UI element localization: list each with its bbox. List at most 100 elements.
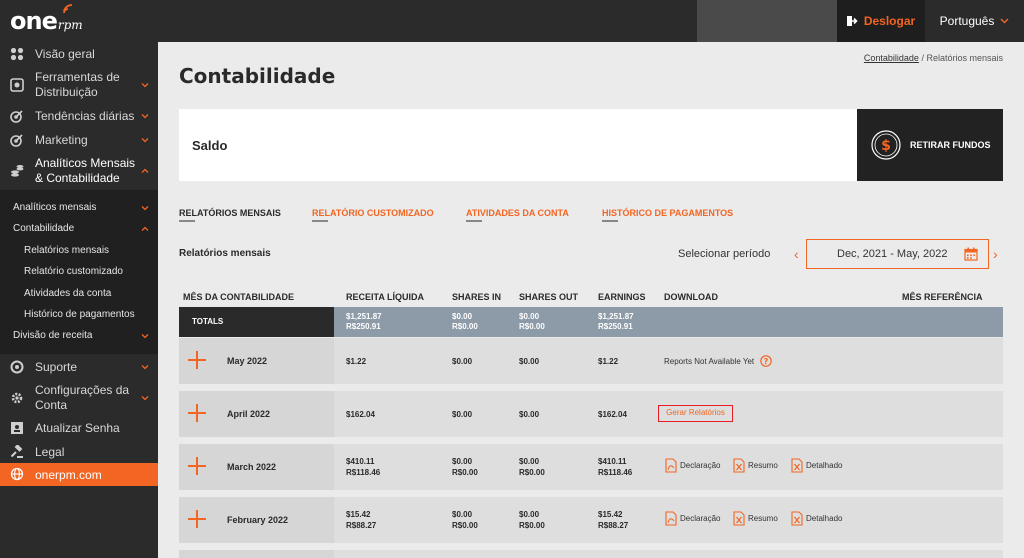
- dollar-coin-icon: $: [871, 130, 901, 160]
- top-bar: one rpm Deslogar Português: [0, 0, 1024, 42]
- chevron-down-icon: [141, 396, 149, 401]
- pdf-file-icon: [665, 458, 677, 473]
- column-header-download: DOWNLOAD: [664, 292, 718, 302]
- chevron-down-icon: [141, 334, 149, 339]
- sidebar-item-atualizar-senha[interactable]: Atualizar Senha: [0, 419, 158, 437]
- submenu-relatorios-mensais[interactable]: Relatórios mensais: [24, 245, 109, 256]
- page-title: Contabilidade: [179, 64, 336, 88]
- chevron-left-icon[interactable]: ‹: [794, 246, 799, 262]
- submenu-analiticos-mensais[interactable]: Analíticos mensais: [13, 202, 96, 213]
- excel-file-icon: [733, 458, 745, 473]
- balance-panel: Saldo: [179, 109, 857, 181]
- expand-plus-icon[interactable]: [188, 457, 206, 475]
- tab-relatorios-mensais[interactable]: RELATÓRIOS MENSAIS: [179, 208, 281, 218]
- tab-relatorio-customizado[interactable]: RELATÓRIO CUSTOMIZADO: [312, 208, 434, 218]
- totals-receita: $1,251.87 R$250.91: [346, 312, 382, 331]
- tab-underline: [602, 220, 618, 222]
- generate-reports-button[interactable]: Gerar Relatórios: [658, 405, 733, 422]
- column-header-shares-out: SHARES OUT: [519, 292, 579, 302]
- totals-shares-out: $0.00 R$0.00: [519, 312, 545, 331]
- breadcrumb-link-contabilidade[interactable]: Contabilidade: [864, 53, 919, 63]
- download-declaracao-link[interactable]: Declaração: [665, 511, 720, 526]
- excel-file-icon: [733, 511, 745, 526]
- tab-underline: [466, 220, 482, 222]
- onerpm-logo[interactable]: one rpm: [10, 4, 83, 35]
- excel-file-icon: [791, 511, 803, 526]
- support-icon: [9, 359, 25, 375]
- marketing-icon: [9, 132, 25, 148]
- help-question-icon[interactable]: ?: [760, 355, 772, 367]
- user-profile-area[interactable]: [697, 0, 837, 42]
- chevron-down-icon: [141, 206, 149, 211]
- tab-atividades-conta[interactable]: ATIVIDADES DA CONTA: [466, 208, 569, 218]
- download-resumo-link[interactable]: Resumo: [733, 458, 778, 473]
- column-header-shares-in: SHARES IN: [452, 292, 502, 302]
- column-header-earnings: EARNINGS: [598, 292, 646, 302]
- signal-wave-icon: [63, 4, 73, 14]
- gear-icon: [9, 390, 25, 406]
- sidebar-item-legal[interactable]: Legal: [0, 443, 158, 461]
- totals-earnings: $1,251.87 R$250.91: [598, 312, 634, 331]
- language-selector[interactable]: Português: [925, 0, 1024, 42]
- download-resumo-link[interactable]: Resumo: [733, 511, 778, 526]
- breadcrumb: Contabilidade / Relatórios mensais: [863, 53, 1003, 63]
- sidebar: Visão geral Ferramentas de Distribuição …: [0, 42, 158, 558]
- totals-shares-in: $0.00 R$0.00: [452, 312, 478, 331]
- svg-text:?: ?: [764, 357, 769, 366]
- chevron-up-icon: [141, 168, 149, 173]
- chevron-down-icon: [141, 83, 149, 88]
- table-row: February 2022 $15.42 R$88.27 $0.00 R$0.00 …: [179, 497, 1003, 543]
- tab-historico-pagamentos[interactable]: HISTÓRICO DE PAGAMENTOS: [602, 208, 733, 218]
- expand-plus-icon[interactable]: [188, 404, 206, 422]
- dashboard-icon: [9, 46, 25, 62]
- logout-button[interactable]: Deslogar: [837, 0, 925, 42]
- tab-underline: [179, 220, 195, 222]
- totals-label: TOTALS: [179, 307, 334, 337]
- chevron-right-icon[interactable]: ›: [993, 246, 998, 262]
- expand-plus-icon[interactable]: [188, 351, 206, 369]
- submenu-divisao-receita[interactable]: Divisão de receita: [13, 330, 92, 341]
- period-label: Selecionar período: [678, 248, 771, 260]
- sidebar-item-tendencias[interactable]: Tendências diárias: [0, 107, 158, 125]
- column-header-mes: MÊS DA CONTABILIDADE: [183, 292, 294, 302]
- gavel-icon: [9, 444, 25, 460]
- calendar-icon: [964, 247, 978, 261]
- sidebar-item-suporte[interactable]: Suporte: [0, 358, 158, 376]
- download-detalhado-link[interactable]: Detalhado: [791, 458, 842, 473]
- table-row: May 2022 $1.22 $0.00 $0.00 $1.22 Reports…: [179, 338, 1003, 384]
- table-row: March 2022 $410.11 R$118.46 $0.00 R$0.00 $…: [179, 444, 1003, 490]
- sidebar-item-onerpm-site[interactable]: onerpm.com: [0, 463, 158, 486]
- sidebar-item-analiticos-contabilidade[interactable]: Analíticos Mensais & Contabilidade: [0, 155, 158, 187]
- globe-icon: [10, 467, 24, 484]
- submenu-atividades-conta[interactable]: Atividades da conta: [24, 288, 111, 299]
- coins-icon: [9, 163, 25, 179]
- download-declaracao-link[interactable]: Declaração: [665, 458, 720, 473]
- sidebar-item-ferramentas[interactable]: Ferramentas de Distribuição: [0, 69, 158, 101]
- svg-text:$: $: [881, 138, 891, 154]
- submenu-historico-pagamentos[interactable]: Histórico de pagamentos: [24, 309, 135, 320]
- submenu-relatorio-customizado[interactable]: Relatório customizado: [24, 266, 123, 277]
- distribution-icon: [9, 77, 25, 93]
- sidebar-item-configuracoes[interactable]: Configurações da Conta: [0, 382, 158, 414]
- balance-label: Saldo: [192, 138, 228, 153]
- logout-icon: [846, 16, 858, 26]
- column-header-mes-referencia: MÊS REFERÊNCIA: [902, 292, 983, 302]
- chevron-down-icon: [1000, 18, 1009, 24]
- password-icon: [9, 420, 25, 436]
- download-detalhado-link[interactable]: Detalhado: [791, 511, 842, 526]
- chevron-down-icon: [141, 138, 149, 143]
- section-title: Relatórios mensais: [179, 248, 271, 259]
- excel-file-icon: [791, 458, 803, 473]
- sidebar-item-visao-geral[interactable]: Visão geral: [0, 45, 158, 63]
- period-picker[interactable]: Dec, 2021 - May, 2022: [806, 239, 989, 269]
- sidebar-item-marketing[interactable]: Marketing: [0, 131, 158, 149]
- chevron-up-icon: [141, 226, 149, 231]
- period-value: Dec, 2021 - May, 2022: [837, 248, 948, 260]
- column-header-receita: RECEITA LÍQUIDA: [346, 292, 424, 302]
- expand-plus-icon[interactable]: [188, 510, 206, 528]
- table-row: [179, 550, 1003, 558]
- trends-icon: [9, 108, 25, 124]
- withdraw-funds-button[interactable]: $ RETIRAR FUNDOS: [857, 109, 1003, 181]
- table-row: April 2022 $162.04 $0.00 $0.00 $162.04 G…: [179, 391, 1003, 437]
- submenu-contabilidade[interactable]: Contabilidade: [13, 223, 74, 234]
